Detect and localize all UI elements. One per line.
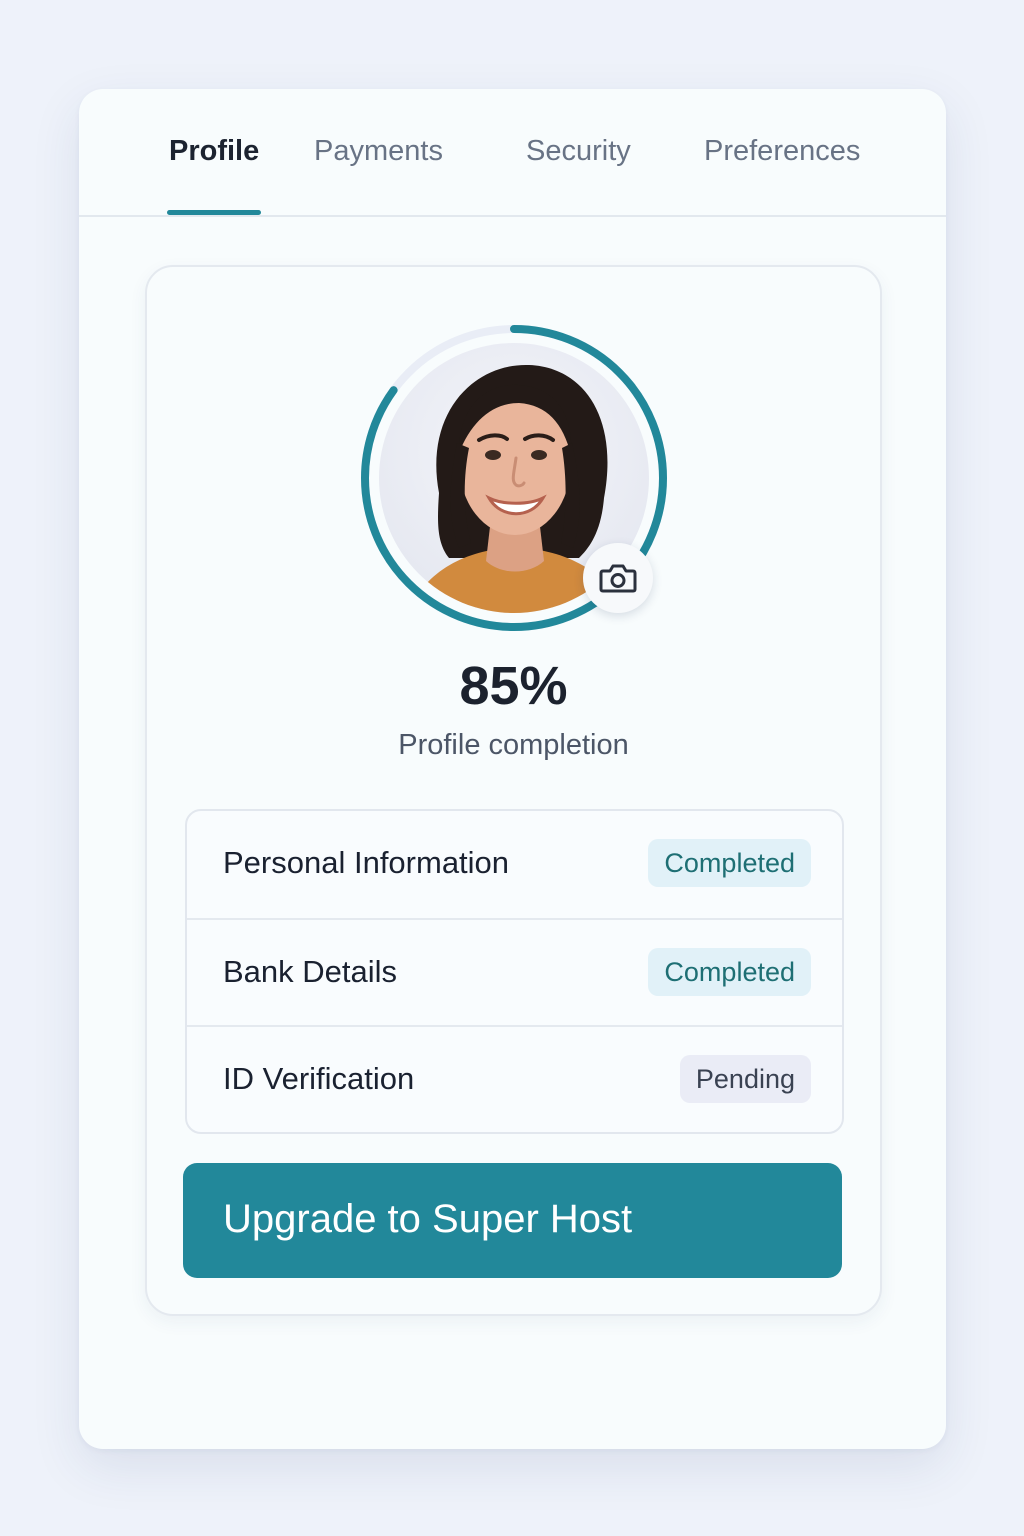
tab-security[interactable]: Security — [526, 135, 631, 168]
tab-preferences[interactable]: Preferences — [704, 135, 860, 168]
checklist-item-id-verification[interactable]: ID Verification Pending — [187, 1025, 842, 1132]
checklist-item-label: Bank Details — [223, 954, 398, 989]
profile-checklist: Personal Information Completed Bank Deta… — [185, 809, 844, 1134]
status-badge: Pending — [679, 1055, 811, 1103]
status-badge: Completed — [648, 948, 811, 996]
profile-card: 85% Profile completion Personal Informat… — [145, 265, 882, 1316]
tab-payments[interactable]: Payments — [314, 135, 443, 168]
change-photo-button[interactable] — [583, 543, 653, 613]
completion-label: Profile completion — [398, 729, 629, 761]
checklist-item-personal-information[interactable]: Personal Information Completed — [187, 811, 842, 918]
upgrade-super-host-button[interactable]: Upgrade to Super Host — [183, 1163, 842, 1278]
completion-percent: 85% — [459, 656, 568, 716]
settings-panel: Profile Payments Security Preferences 85… — [79, 89, 946, 1449]
camera-icon — [599, 564, 637, 593]
tab-bar: Profile Payments Security Preferences — [79, 89, 946, 217]
active-tab-indicator — [167, 210, 261, 215]
profile-avatar-group — [357, 321, 671, 635]
status-badge: Completed — [648, 839, 811, 887]
checklist-item-label: Personal Information — [223, 845, 510, 880]
checklist-item-bank-details[interactable]: Bank Details Completed — [187, 918, 842, 1027]
checklist-item-label: ID Verification — [223, 1061, 415, 1096]
upgrade-button-label: Upgrade to Super Host — [223, 1197, 633, 1241]
tab-profile[interactable]: Profile — [169, 135, 259, 168]
